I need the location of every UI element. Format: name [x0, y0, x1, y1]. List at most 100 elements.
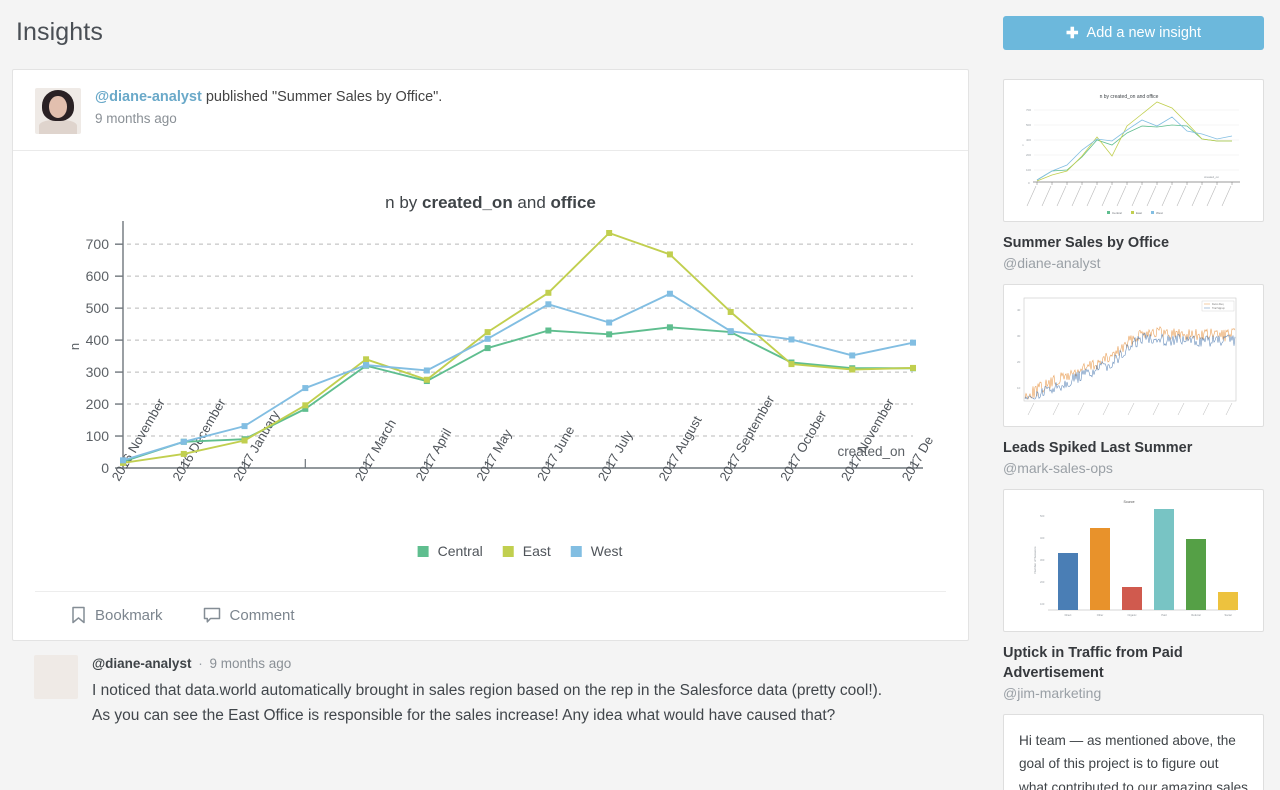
line-chart-svg: 0100200300400500600700n2016 November 2016…: [67, 221, 936, 559]
bookmark-button[interactable]: Bookmark: [71, 606, 163, 624]
comment-text-line-1: I noticed that data.world automatically …: [92, 682, 883, 699]
svg-text:created_on: created_on: [1204, 175, 1219, 179]
svg-text:100: 100: [86, 428, 110, 444]
plot-area: 0 100 200 300 400 500 600 700 n 2016 November 2016…: [13, 213, 970, 583]
avatar: [35, 88, 81, 134]
svg-text:2016 November: 2016 November: [109, 395, 169, 483]
insight-chart: n by created_on and office 0 100 200 300 400…: [13, 151, 968, 591]
sidebar-insight-card[interactable]: n by created_on and office 700 500 400 200…: [1003, 79, 1264, 271]
chart-title: n by created_on and office: [13, 151, 968, 213]
comment-meta-separator: ·: [198, 656, 203, 671]
svg-text:n: n: [67, 343, 82, 350]
svg-text:Central: Central: [438, 543, 483, 559]
svg-text:100: 100: [1040, 602, 1045, 606]
page-title: Insights: [16, 18, 103, 46]
svg-text:200: 200: [1026, 153, 1031, 157]
svg-text:2017 November: 2017 November: [838, 395, 898, 483]
insight-author[interactable]: @jim-marketing: [1003, 685, 1264, 701]
svg-text:400: 400: [1026, 138, 1031, 142]
insight-thumbnail-noisy-line-chart[interactable]: 40 30 20 10 Demo Req Trial Signup: [1003, 284, 1264, 427]
comment-avatar: [34, 655, 78, 699]
post-headline: @diane-analyst published "Summer Sales b…: [95, 88, 442, 108]
svg-text:100: 100: [1026, 168, 1031, 172]
svg-text:n by created_on and office: n by created_on and office: [1100, 94, 1159, 100]
svg-text:2017 March: 2017 March: [352, 417, 399, 484]
svg-text:200: 200: [1040, 580, 1045, 584]
insight-note-text: Hi team — as mentioned above, the goal o…: [1003, 714, 1264, 790]
add-new-insight-label: Add a new insight: [1086, 25, 1202, 41]
chart-title-prefix: n by: [385, 193, 422, 212]
svg-text:400: 400: [1040, 536, 1045, 540]
svg-text:n: n: [1022, 143, 1024, 147]
svg-text:10: 10: [1017, 386, 1021, 390]
svg-text:40: 40: [1017, 308, 1021, 312]
comment-timestamp: 9 months ago: [209, 656, 292, 671]
insight-title[interactable]: Uptick in Traffic from Paid Advertisemen…: [1003, 643, 1264, 683]
insights-sidebar: ✚ Add a new insight n by created_on and …: [995, 0, 1280, 790]
svg-text:West: West: [591, 543, 623, 559]
svg-text:Other: Other: [1097, 613, 1104, 617]
svg-text:Referral: Referral: [1191, 613, 1201, 617]
svg-text:700: 700: [86, 236, 110, 252]
bookmark-icon: [71, 606, 86, 624]
svg-text:Central: Central: [1112, 211, 1122, 215]
sidebar-insight-card[interactable]: Source Number of Sessions 500 400 300 200 1…: [1003, 489, 1264, 701]
svg-text:200: 200: [86, 396, 110, 412]
svg-text:700: 700: [1026, 108, 1031, 112]
thumb-line-chart-svg: n by created_on and office 700 500 400 200…: [1022, 94, 1240, 215]
svg-text:Organic: Organic: [1127, 613, 1137, 617]
thumb-noisy-line-svg: 40302010 Demo Req Trial Signup: [1017, 297, 1237, 416]
svg-text:0: 0: [101, 460, 109, 476]
svg-text:2017 May: 2017 May: [473, 426, 515, 483]
chart-title-dimension-series: office: [550, 193, 596, 212]
main-feed-column: Insights @diane-analyst published "Summe…: [0, 0, 995, 790]
insight-title[interactable]: Summer Sales by Office: [1003, 233, 1264, 253]
svg-text:300: 300: [1040, 558, 1045, 562]
insight-title[interactable]: Leads Spiked Last Summer: [1003, 438, 1264, 458]
svg-text:East: East: [523, 543, 551, 559]
svg-text:300: 300: [86, 364, 110, 380]
svg-text:400: 400: [86, 332, 110, 348]
insight-post-card: @diane-analyst published "Summer Sales b…: [12, 69, 969, 641]
insight-author[interactable]: @mark-sales-ops: [1003, 460, 1264, 476]
bookmark-label: Bookmark: [95, 606, 163, 624]
svg-text:500: 500: [86, 300, 110, 316]
chart-title-dimension-x: created_on: [422, 193, 513, 212]
svg-text:created_on: created_on: [837, 444, 905, 459]
post-actions: Bookmark Comment: [35, 591, 946, 640]
svg-text:Source: Source: [1123, 500, 1134, 504]
post-author-link[interactable]: @diane-analyst: [95, 89, 202, 105]
svg-text:Number of Sessions: Number of Sessions: [1033, 546, 1037, 574]
insight-thumbnail-line-chart[interactable]: n by created_on and office 700 500 400 200…: [1003, 79, 1264, 222]
comment-author-link[interactable]: @diane-analyst: [92, 656, 191, 671]
svg-text:East: East: [1136, 211, 1142, 215]
svg-text:500: 500: [1026, 123, 1031, 127]
svg-text:Trial Signup: Trial Signup: [1212, 307, 1225, 310]
plus-icon: ✚: [1065, 24, 1079, 42]
comment-button[interactable]: Comment: [203, 607, 295, 624]
insight-thumbnail-bar-chart[interactable]: Source Number of Sessions 500 400 300 200 1…: [1003, 489, 1264, 632]
svg-text:Demo Req: Demo Req: [1212, 303, 1224, 306]
add-new-insight-button[interactable]: ✚ Add a new insight: [1003, 16, 1264, 50]
comment-text-line-2: As you can see the East Office is respon…: [92, 707, 836, 725]
svg-text:0: 0: [1028, 181, 1030, 185]
svg-text:2017 August: 2017 August: [656, 413, 705, 483]
svg-text:2017 April: 2017 April: [412, 426, 454, 484]
svg-text:Direct: Direct: [1065, 613, 1072, 617]
svg-text:Paid: Paid: [1161, 613, 1167, 617]
svg-text:2017 September: 2017 September: [716, 392, 777, 483]
comment-icon: [203, 607, 221, 624]
svg-text:Social: Social: [1224, 613, 1231, 617]
post-action-text: published "Summer Sales by Office".: [201, 89, 443, 105]
comment-item: @diane-analyst · 9 months ago I noticed …: [12, 641, 969, 735]
svg-text:2017 June: 2017 June: [534, 423, 577, 483]
thumb-bar-chart-svg: Source Number of Sessions 500 400 300 200 1…: [1033, 500, 1238, 617]
svg-text:20: 20: [1017, 360, 1021, 364]
svg-text:2017 October: 2017 October: [777, 407, 830, 483]
post-timestamp: 9 months ago: [95, 110, 177, 126]
svg-text:30: 30: [1017, 334, 1021, 338]
sidebar-insight-card[interactable]: 40 30 20 10 Demo Req Trial Signup Leads …: [1003, 284, 1264, 476]
post-header: @diane-analyst published "Summer Sales b…: [13, 70, 968, 151]
insight-author[interactable]: @diane-analyst: [1003, 255, 1264, 271]
chart-title-join: and: [512, 193, 551, 212]
